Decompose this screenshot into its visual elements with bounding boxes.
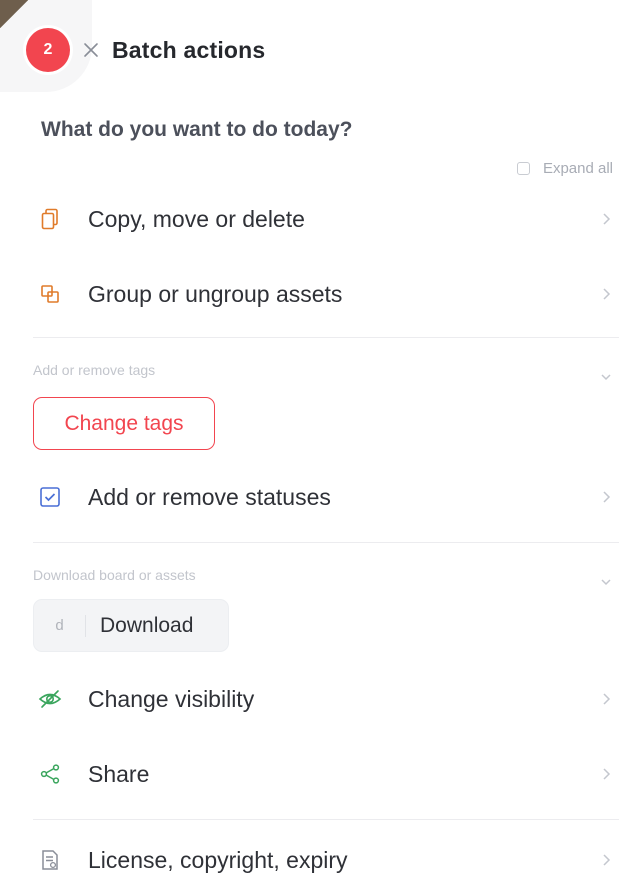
action-license-copyright-expiry[interactable]: License, copyright, expiry [33, 830, 619, 879]
action-group-ungroup[interactable]: Group or ungroup assets [33, 264, 619, 324]
chevron-down-icon[interactable] [599, 577, 613, 587]
close-icon[interactable] [82, 41, 100, 59]
checkbox-icon [37, 484, 63, 510]
panel-header: 2 Batch actions [26, 28, 265, 72]
chevron-down-icon[interactable] [599, 372, 613, 382]
chevron-right-icon [603, 768, 611, 780]
group-icon [37, 281, 63, 307]
change-tags-button[interactable]: Change tags [33, 397, 215, 450]
keyboard-shortcut: d [34, 614, 86, 637]
copy-icon [37, 206, 63, 232]
section-label-tags: Add or remove tags [33, 362, 156, 378]
action-label: License, copyright, expiry [88, 846, 348, 873]
action-share[interactable]: Share [33, 744, 619, 804]
download-button[interactable]: d Download [33, 599, 229, 652]
action-label: Group or ungroup assets [88, 280, 343, 307]
action-change-visibility[interactable]: Change visibility [33, 669, 619, 729]
chevron-right-icon [603, 854, 611, 866]
divider [33, 337, 619, 338]
corner-decoration [0, 0, 28, 28]
action-copy-move-delete[interactable]: Copy, move or delete [33, 189, 619, 249]
action-label: Change visibility [88, 685, 255, 712]
action-label: Copy, move or delete [88, 205, 305, 232]
share-icon [37, 761, 63, 787]
chevron-right-icon [603, 288, 611, 300]
download-button-label: Download [100, 613, 194, 637]
selection-count-badge: 2 [26, 28, 70, 72]
divider [33, 542, 619, 543]
expand-all-toggle[interactable]: Expand all [516, 160, 613, 177]
panel-title: Batch actions [112, 36, 266, 63]
expand-all-label: Expand all [542, 160, 613, 177]
eye-slash-icon [37, 686, 63, 712]
chevron-right-icon [603, 491, 611, 503]
action-label: Add or remove statuses [88, 483, 331, 510]
action-label: Share [88, 760, 150, 787]
expand-all-checkbox[interactable] [516, 162, 530, 175]
section-label-download: Download board or assets [33, 567, 196, 583]
action-add-remove-statuses[interactable]: Add or remove statuses [33, 467, 619, 527]
chevron-right-icon [603, 213, 611, 225]
question-heading: What do you want to do today? [41, 118, 353, 141]
chevron-right-icon [603, 693, 611, 705]
divider [33, 819, 619, 820]
document-icon [37, 847, 63, 873]
